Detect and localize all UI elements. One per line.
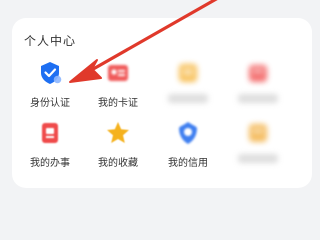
blurred-service-item[interactable]	[228, 56, 288, 116]
document-icon	[179, 64, 197, 82]
my-favorites-item[interactable]: 我的收藏	[88, 116, 148, 176]
service-grid: 身份认证 我的卡证 我的办事 我的收藏 我的信用	[12, 18, 312, 188]
blurred-service-item[interactable]	[158, 56, 218, 116]
item-label: 我的卡证	[98, 98, 138, 109]
blurred-label	[238, 154, 278, 163]
identity-verification-item[interactable]: 身份认证	[20, 56, 80, 116]
blurred-label	[168, 94, 208, 103]
personal-center-card: 个人中心 身份认证 我的卡证 我的办事 我的收藏 我的信用	[12, 18, 312, 188]
list-icon	[42, 123, 58, 143]
blurred-service-item[interactable]	[228, 116, 288, 176]
star-icon	[107, 122, 129, 143]
credit-icon	[179, 122, 197, 144]
item-label: 身份认证	[30, 98, 70, 109]
shield-check-icon	[41, 62, 62, 84]
my-credit-item[interactable]: 我的信用	[158, 116, 218, 176]
my-affairs-item[interactable]: 我的办事	[20, 116, 80, 176]
briefcase-icon	[249, 65, 267, 82]
address-icon	[249, 124, 267, 142]
id-card-icon	[108, 65, 128, 81]
item-label: 我的信用	[168, 158, 208, 169]
item-label: 我的办事	[30, 158, 70, 169]
my-cards-item[interactable]: 我的卡证	[88, 56, 148, 116]
item-label: 我的收藏	[98, 158, 138, 169]
blurred-label	[238, 94, 278, 103]
